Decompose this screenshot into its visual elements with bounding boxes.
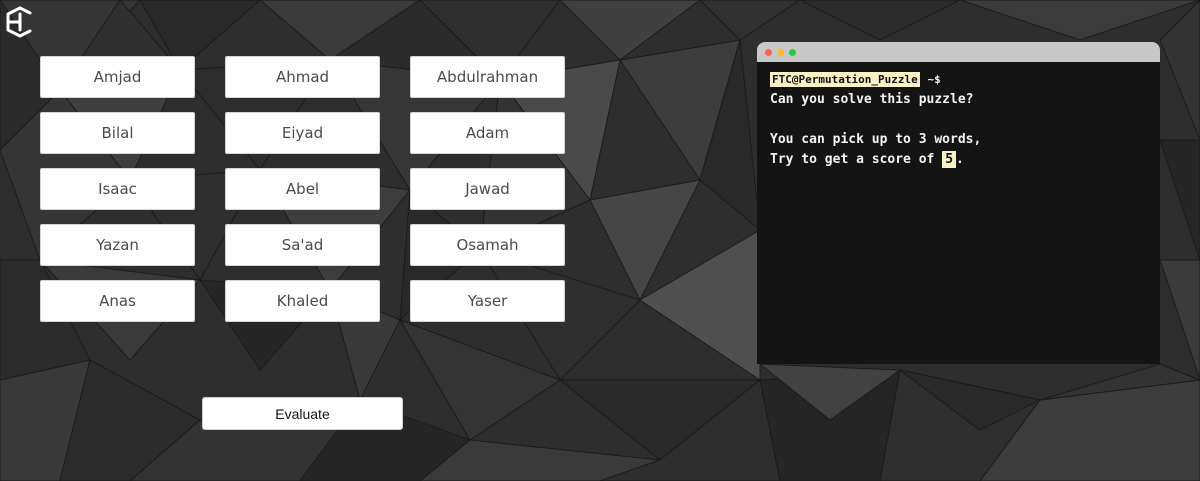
terminal-window: FTC@Permutation_Puzzle ~$ Can you solve … bbox=[757, 42, 1160, 364]
minimize-dot-icon[interactable] bbox=[777, 48, 784, 56]
word-button[interactable]: Bilal bbox=[40, 112, 195, 154]
evaluate-button[interactable]: Evaluate bbox=[202, 397, 403, 430]
word-button[interactable]: Sa'ad bbox=[225, 224, 380, 266]
word-button[interactable]: Eiyad bbox=[225, 112, 380, 154]
terminal-titlebar bbox=[757, 42, 1160, 62]
prompt-symbol: ~$ bbox=[927, 73, 941, 86]
word-button[interactable]: Isaac bbox=[40, 168, 195, 210]
word-button[interactable]: Abdulrahman bbox=[410, 56, 565, 98]
terminal-goal: Try to get a score of 5. bbox=[770, 150, 1147, 170]
maximize-dot-icon[interactable] bbox=[789, 48, 796, 56]
word-button[interactable]: Jawad bbox=[410, 168, 565, 210]
goal-suffix: . bbox=[956, 152, 964, 167]
terminal-question: Can you solve this puzzle? bbox=[770, 92, 974, 107]
close-dot-icon[interactable] bbox=[765, 48, 772, 56]
terminal-rule: You can pick up to 3 words, bbox=[770, 132, 982, 147]
word-button[interactable]: Khaled bbox=[225, 280, 380, 322]
word-button[interactable]: Osamah bbox=[410, 224, 565, 266]
word-button[interactable]: Abel bbox=[225, 168, 380, 210]
prompt-host: FTC@Permutation_Puzzle bbox=[770, 72, 920, 87]
word-grid: Amjad Ahmad Abdulrahman Bilal Eiyad Adam… bbox=[40, 56, 565, 322]
word-button[interactable]: Yazan bbox=[40, 224, 195, 266]
word-button[interactable]: Anas bbox=[40, 280, 195, 322]
goal-prefix: Try to get a score of bbox=[770, 152, 943, 167]
page: Amjad Ahmad Abdulrahman Bilal Eiyad Adam… bbox=[0, 0, 1200, 481]
terminal-prompt: FTC@Permutation_Puzzle ~$ bbox=[770, 70, 1147, 90]
ec-logo-icon[interactable] bbox=[4, 6, 34, 38]
word-button[interactable]: Amjad bbox=[40, 56, 195, 98]
word-button[interactable]: Yaser bbox=[410, 280, 565, 322]
word-button[interactable]: Ahmad bbox=[225, 56, 380, 98]
word-button[interactable]: Adam bbox=[410, 112, 565, 154]
terminal-body: FTC@Permutation_Puzzle ~$ Can you solve … bbox=[757, 62, 1160, 178]
target-score: 5 bbox=[942, 151, 957, 168]
